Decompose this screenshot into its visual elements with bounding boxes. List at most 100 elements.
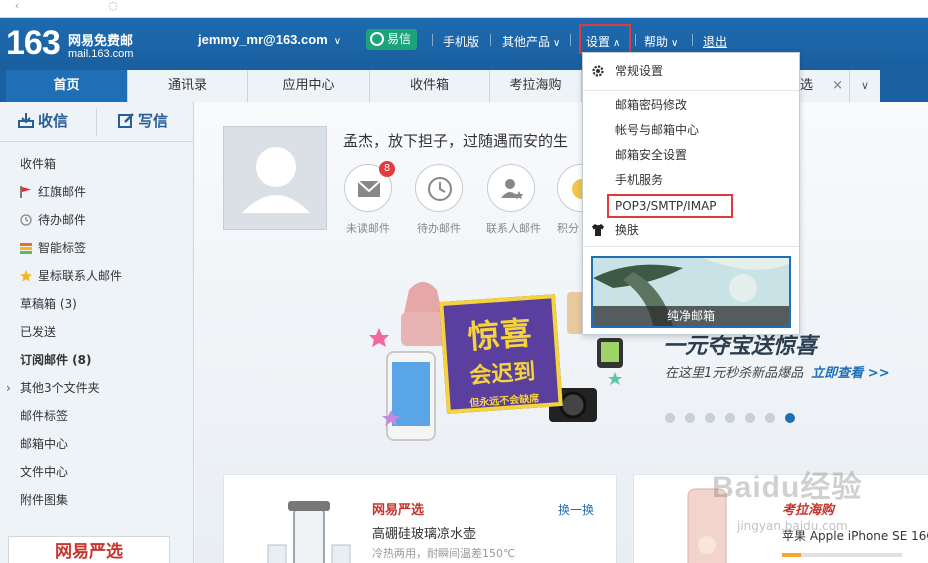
- compose-button[interactable]: 写信: [118, 110, 168, 131]
- help-label: 帮助: [644, 35, 669, 49]
- header-divider: [570, 34, 571, 46]
- promo-subtitle: 在这里1元秒杀新品爆品 立即查看 >>: [665, 362, 890, 381]
- folder-todo[interactable]: 待办邮件: [0, 206, 194, 234]
- tshirt-icon: [592, 224, 604, 236]
- unread-count-badge: 8: [379, 161, 395, 177]
- skin-name-caption: 纯净邮箱: [593, 306, 789, 326]
- folder-drafts[interactable]: 草稿箱 (3): [0, 290, 194, 318]
- red-flag-icon: [20, 186, 31, 198]
- menu-general-settings[interactable]: 常规设置: [583, 59, 799, 84]
- menu-divider: [583, 246, 799, 247]
- menu-item-label: 帐号与邮箱中心: [615, 123, 700, 137]
- tab-yanxuan[interactable]: 选 ×: [800, 70, 850, 102]
- yixin-icon: [370, 32, 384, 46]
- chevron-down-icon: ∨: [333, 36, 342, 47]
- receive-button[interactable]: 收信: [18, 110, 68, 131]
- menu-item-label: 手机服务: [615, 173, 664, 187]
- avatar[interactable]: [223, 126, 327, 230]
- folder-mailbox-center[interactable]: 邮箱中心: [0, 430, 194, 458]
- quick-unread[interactable]: 8 未读邮件: [343, 161, 395, 236]
- menu-account-center[interactable]: 帐号与邮箱中心: [583, 118, 799, 143]
- quick-circle: [415, 164, 463, 212]
- header-divider: [432, 34, 433, 46]
- folder-label: 已发送: [20, 325, 57, 339]
- tab-inbox[interactable]: 收件箱: [370, 70, 490, 102]
- product-description: 冷热两用，耐瞬间温差150℃: [372, 547, 516, 560]
- card-brand-label: 网易严选: [372, 503, 425, 518]
- yixin-button[interactable]: 易信: [366, 29, 418, 50]
- menu-security-settings[interactable]: 邮箱安全设置: [583, 143, 799, 168]
- close-icon[interactable]: ×: [832, 70, 843, 102]
- folder-mail-tags[interactable]: 邮件标签: [0, 402, 194, 430]
- menu-divider: [583, 90, 799, 91]
- mobile-version-link[interactable]: 手机版: [443, 33, 479, 50]
- quick-circle: 8: [344, 161, 395, 212]
- menu-password-change[interactable]: 邮箱密码修改: [583, 93, 799, 118]
- carousel-dot[interactable]: [725, 413, 735, 423]
- logo-domain: mail.163.com: [68, 48, 134, 60]
- user-account-menu[interactable]: jemmy_mr@163.com ∨: [198, 32, 341, 47]
- help-menu[interactable]: 帮助 ∨: [644, 33, 678, 50]
- menu-item-label: 邮箱密码修改: [615, 98, 688, 112]
- quick-todo[interactable]: 待办邮件: [414, 164, 464, 236]
- carousel-dot[interactable]: [685, 413, 695, 423]
- menu-mobile-service[interactable]: 手机服务: [583, 168, 799, 193]
- folder-flagged[interactable]: 红旗邮件: [0, 178, 194, 206]
- carousel-dot[interactable]: [765, 413, 775, 423]
- water-jug-image: [267, 501, 351, 563]
- clock-icon: [428, 177, 452, 201]
- yanxuan-ad-banner[interactable]: 网易严选: [8, 536, 170, 563]
- folder-label: 待办邮件: [38, 213, 87, 227]
- folder-subscriptions[interactable]: 订阅邮件 (8): [0, 346, 194, 374]
- folder-label: 星标联系人邮件: [38, 269, 123, 283]
- folder-inbox[interactable]: 收件箱: [0, 150, 194, 178]
- product-name[interactable]: 高硼硅玻璃凉水壶: [372, 523, 476, 542]
- logout-link[interactable]: 退出: [703, 33, 727, 50]
- pencil-icon: [118, 113, 134, 128]
- tab-app-center[interactable]: 应用中心: [248, 70, 370, 102]
- compose-divider: [96, 108, 97, 136]
- tab-contacts[interactable]: 通讯录: [128, 70, 248, 102]
- carousel-dots: [665, 412, 805, 426]
- skin-thumbnail[interactable]: 纯净邮箱: [591, 256, 791, 328]
- menu-skin[interactable]: 换肤: [583, 218, 799, 243]
- folder-label: 智能标签: [38, 241, 87, 255]
- carousel-dot[interactable]: [665, 413, 675, 423]
- carousel-dot[interactable]: [785, 413, 795, 423]
- carousel-dot[interactable]: [745, 413, 755, 423]
- greeting-text: 孟杰，放下担子，过随遇而安的生: [343, 132, 569, 150]
- folder-starred-contacts[interactable]: 星标联系人邮件: [0, 262, 194, 290]
- folder-file-center[interactable]: 文件中心: [0, 458, 194, 486]
- tab-home[interactable]: 首页: [6, 70, 128, 102]
- folder-label: 附件图集: [20, 493, 69, 507]
- pop3-highlight-box: [607, 194, 733, 218]
- promo-subtitle-text: 在这里1元秒杀新品爆品: [665, 366, 804, 381]
- progress-bar: [782, 553, 902, 557]
- menu-item-label: 换肤: [615, 223, 640, 237]
- folder-attachments[interactable]: 附件图集: [0, 486, 194, 514]
- folder-sent[interactable]: 已发送: [0, 318, 194, 346]
- folder-list: 收件箱 红旗邮件 待办邮件 智能标签 星标联系人邮件 草稿箱 (3) 已发送 订…: [0, 150, 194, 514]
- refresh-icon[interactable]: ◌: [104, 0, 122, 14]
- back-icon[interactable]: ‹: [8, 0, 26, 14]
- gear-icon: [592, 65, 604, 77]
- refresh-button[interactable]: 换一换: [558, 501, 594, 518]
- tab-overflow-button[interactable]: ∨: [850, 70, 880, 102]
- folder-other[interactable]: › 其他3个文件夹: [0, 374, 194, 402]
- compose-label: 写信: [138, 112, 169, 130]
- other-products-label: 其他产品: [502, 35, 551, 49]
- other-products-menu[interactable]: 其他产品 ∨: [502, 33, 560, 50]
- yanxuan-card[interactable]: 网易严选 换一换 高硼硅玻璃凉水壶 冷热两用，耐瞬间温差150℃: [223, 474, 617, 563]
- header-divider: [635, 34, 636, 46]
- download-icon: [18, 113, 34, 128]
- quick-label: 联系人邮件: [486, 222, 541, 235]
- tab-kaola[interactable]: 考拉海购: [490, 70, 582, 102]
- quick-contacts[interactable]: 联系人邮件: [486, 164, 541, 236]
- folder-smart-tags[interactable]: 智能标签: [0, 234, 194, 262]
- logo-number[interactable]: 163: [6, 24, 61, 63]
- carousel-dot[interactable]: [705, 413, 715, 423]
- yixin-label: 易信: [387, 32, 412, 46]
- chevron-down-icon: ∨: [553, 38, 561, 49]
- promo-cta-link[interactable]: 立即查看 >>: [811, 366, 889, 381]
- folder-sidebar: 收信 写信 收件箱 红旗邮件 待办邮件 智能标签 星标联系人邮件 草稿箱 (3)…: [0, 102, 194, 563]
